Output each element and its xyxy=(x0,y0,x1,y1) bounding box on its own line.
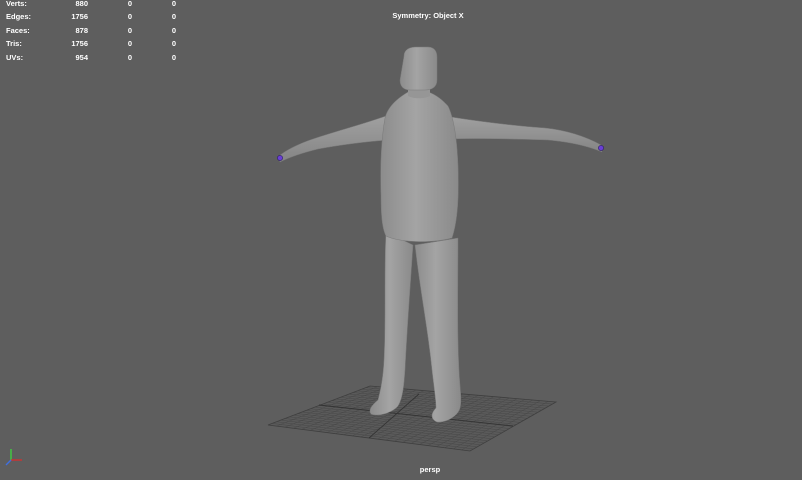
hud-v2: 0 xyxy=(127,0,132,8)
hud-v1: 880 xyxy=(75,0,88,8)
scene-canvas[interactable] xyxy=(0,0,802,480)
hud-v1: 1756 xyxy=(71,12,88,22)
hud-label: Faces: xyxy=(6,25,30,35)
symmetry-label: Symmetry: Object X xyxy=(392,11,464,20)
hud-label: Verts: xyxy=(6,0,27,8)
hud-v3: 0 xyxy=(171,52,176,62)
hud-label: Tris: xyxy=(6,39,22,49)
hud-label: Edges: xyxy=(6,12,32,22)
poly-count-hud: Verts: 880 0 0 Edges: 1756 0 0 Faces: 878 0 0 Tris: 1… xyxy=(6,0,186,64)
right-hand-selection xyxy=(598,145,604,151)
right-arm xyxy=(444,115,603,153)
left-hand-selection xyxy=(277,155,283,161)
hud-row-tris: Tris: 1756 0 0 xyxy=(6,37,186,50)
viewport-persp[interactable]: Verts: 880 0 0 Edges: 1756 0 0 Faces: 878 0 0 Tris: 1… xyxy=(0,0,802,480)
hud-v1: 1756 xyxy=(71,39,88,49)
character-mesh[interactable] xyxy=(277,46,604,423)
hud-v2: 0 xyxy=(127,39,132,49)
hud-v1: 878 xyxy=(75,25,88,35)
hud-v3: 0 xyxy=(171,25,176,35)
head xyxy=(399,46,438,91)
hud-row-edges: Edges: 1756 0 0 xyxy=(6,10,186,23)
camera-name-label: persp xyxy=(419,465,441,474)
view-axis-icon xyxy=(5,449,22,466)
hud-row-faces: Faces: 878 0 0 xyxy=(6,24,186,37)
hud-v3: 0 xyxy=(171,39,176,49)
hud-v2: 0 xyxy=(127,12,132,22)
hud-row-verts: Verts: 880 0 0 xyxy=(6,0,186,10)
left-arm xyxy=(278,115,389,163)
torso xyxy=(380,91,459,242)
hud-v3: 0 xyxy=(171,12,176,22)
hud-row-uvs: UVs: 954 0 0 xyxy=(6,51,186,64)
hud-v2: 0 xyxy=(127,25,132,35)
hud-v1: 954 xyxy=(75,52,88,62)
hud-label: UVs: xyxy=(6,52,24,62)
ground-grid xyxy=(267,385,558,452)
hud-v3: 0 xyxy=(171,0,176,8)
hud-v2: 0 xyxy=(127,52,132,62)
